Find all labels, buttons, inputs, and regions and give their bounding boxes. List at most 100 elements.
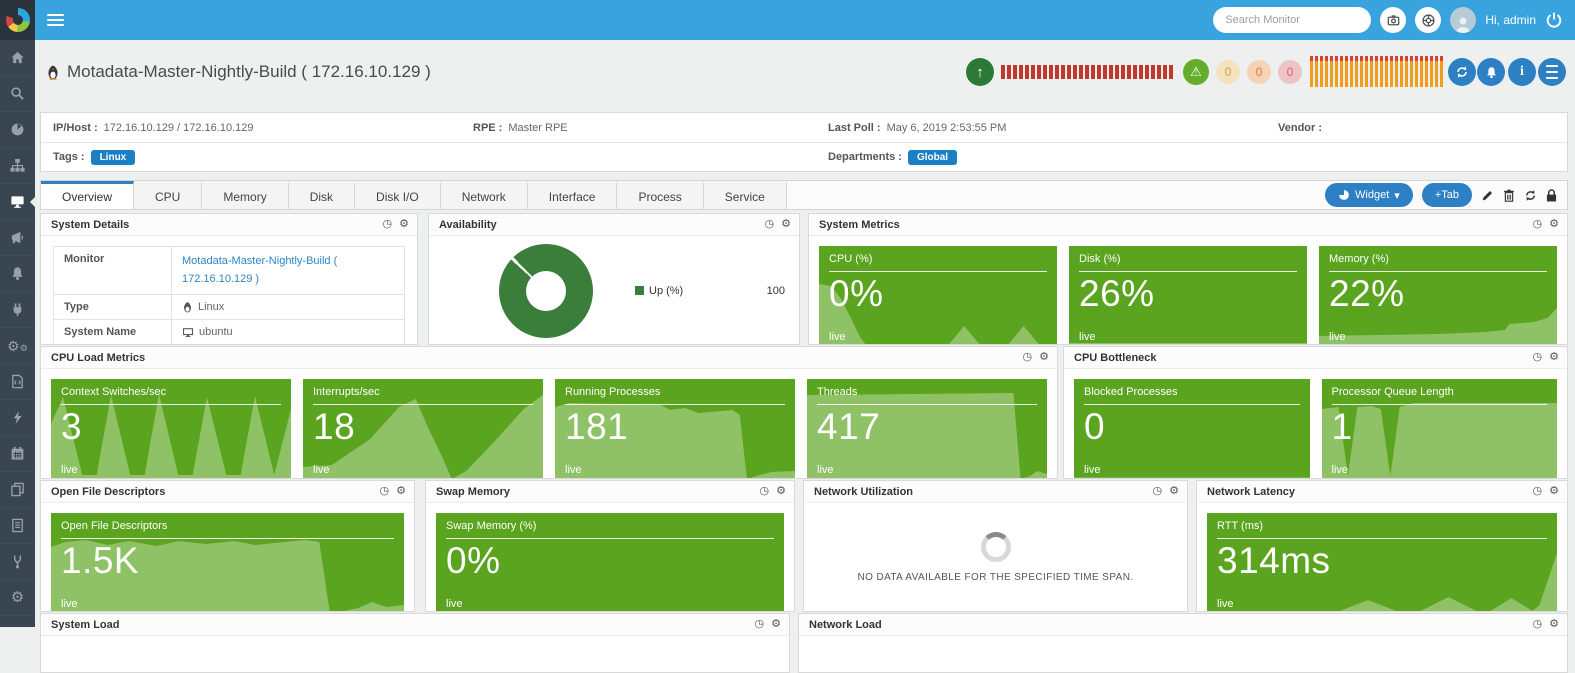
time-range-icon[interactable]: ◷ (1533, 619, 1543, 630)
tab-disk[interactable]: Disk (288, 181, 356, 209)
refresh-tab-button[interactable] (1524, 189, 1537, 202)
lock-tab-button[interactable] (1546, 188, 1557, 202)
tab-cpu[interactable]: CPU (134, 181, 203, 209)
logout-button[interactable] (1545, 11, 1563, 29)
time-range-icon[interactable]: ◷ (1533, 486, 1543, 497)
open-file-descriptors-tile[interactable]: Open File Descriptors 1.5K live (51, 513, 404, 611)
time-range-icon[interactable]: ◷ (1023, 352, 1033, 363)
sidebar-item-documents[interactable] (0, 508, 35, 544)
interrupts-tile[interactable]: Interrupts/sec 18 live (303, 379, 543, 478)
availability-donut-chart[interactable] (499, 243, 593, 338)
sidebar-item-scheduler[interactable] (0, 436, 35, 472)
major-count-badge[interactable]: 0 (1247, 60, 1271, 84)
menu-toggle-icon[interactable] (47, 11, 64, 29)
alert-ok-indicator[interactable]: ⚠ (1183, 59, 1209, 85)
gauge-icon (11, 123, 24, 136)
time-range-icon[interactable]: ◷ (1533, 352, 1543, 363)
sidebar-item-monitor[interactable] (0, 184, 35, 220)
tab-overview[interactable]: Overview (41, 181, 135, 209)
motadata-logo-icon (5, 8, 30, 32)
rtt-tile[interactable]: RTT (ms) 314ms live (1207, 513, 1557, 611)
availability-up-indicator[interactable]: ↑ (966, 58, 994, 86)
disk-percent-tile[interactable]: Disk (%) 26% live (1069, 246, 1307, 344)
app-logo[interactable] (0, 0, 35, 40)
time-range-icon[interactable]: ◷ (1533, 219, 1543, 230)
help-button[interactable] (1415, 7, 1442, 33)
sidebar-item-home[interactable] (0, 40, 35, 76)
sidebar-item-automation[interactable]: ⚙⚙ (0, 328, 35, 364)
network-load-header: Network Load ◷ ⚙ (799, 614, 1567, 636)
context-switches-tile[interactable]: Context Switches/sec 3 live (51, 379, 291, 478)
notifications-button[interactable] (1477, 58, 1505, 86)
tab-network[interactable]: Network (440, 181, 528, 209)
sidebar-item-settings[interactable]: ⚙ (0, 580, 35, 616)
tag-badge[interactable]: Linux (90, 149, 136, 165)
user-avatar[interactable] (1450, 7, 1477, 33)
add-tab-button[interactable]: +Tab (1421, 183, 1472, 207)
screenshot-button[interactable] (1380, 7, 1407, 33)
running-processes-tile[interactable]: Running Processes 181 live (555, 379, 795, 478)
more-menu-button[interactable] (1538, 58, 1566, 86)
widget-settings-icon[interactable]: ⚙ (399, 219, 409, 230)
sidebar-item-announcements[interactable] (0, 220, 35, 256)
widget-settings-icon[interactable]: ⚙ (1549, 486, 1559, 497)
time-range-icon[interactable]: ◷ (380, 486, 390, 497)
lock-icon (1546, 188, 1557, 201)
warning-count-badge[interactable]: 0 (1216, 60, 1240, 84)
edit-tab-button[interactable] (1481, 189, 1494, 202)
refresh-button[interactable] (1448, 58, 1476, 86)
monitor-header: Motadata-Master-Nightly-Build ( 172.16.1… (35, 40, 1575, 112)
sidebar-item-reports[interactable] (0, 472, 35, 508)
threads-tile[interactable]: Threads 417 live (807, 379, 1047, 478)
time-range-icon[interactable]: ◷ (755, 619, 765, 630)
department-badge[interactable]: Global (907, 149, 958, 165)
widget-settings-icon[interactable]: ⚙ (1549, 219, 1559, 230)
tab-memory[interactable]: Memory (202, 181, 289, 209)
widget-settings-icon[interactable]: ⚙ (1169, 486, 1179, 497)
card-title: System Metrics (819, 218, 900, 231)
card-title: Network Load (809, 618, 882, 631)
sidebar-item-integrations[interactable] (0, 292, 35, 328)
main-content: Motadata-Master-Nightly-Build ( 172.16.1… (35, 40, 1575, 673)
live-indicator: live (1084, 464, 1101, 476)
monitor-link[interactable]: Motadata-Master-Nightly-Build ( 172.16.1… (182, 253, 394, 288)
sidebar-item-alerts[interactable] (0, 256, 35, 292)
widget-settings-icon[interactable]: ⚙ (1039, 352, 1049, 363)
widget-settings-icon[interactable]: ⚙ (771, 619, 781, 630)
widget-settings-icon[interactable]: ⚙ (781, 219, 791, 230)
swap-memory-tile[interactable]: Swap Memory (%) 0% live (436, 513, 784, 611)
network-load-card: Network Load ◷ ⚙ (798, 613, 1568, 673)
cpu-percent-tile[interactable]: CPU (%) 0% live (819, 246, 1057, 344)
tab-service[interactable]: Service (703, 181, 787, 209)
time-range-icon[interactable]: ◷ (1153, 486, 1163, 497)
memory-percent-tile[interactable]: Memory (%) 22% live (1319, 246, 1557, 344)
critical-count-badge[interactable]: 0 (1278, 60, 1302, 84)
widget-button[interactable]: Widget ▾ (1325, 183, 1413, 207)
sidebar-item-actions[interactable] (0, 400, 35, 436)
tab-interface[interactable]: Interface (527, 181, 618, 209)
widget-settings-icon[interactable]: ⚙ (1549, 352, 1559, 363)
tile-value: 181 (565, 406, 629, 447)
blocked-processes-tile[interactable]: Blocked Processes 0 live (1074, 379, 1310, 478)
info-row-1: IP/Host : 172.16.10.129 / 172.16.10.129 R… (41, 113, 1567, 142)
widget-settings-icon[interactable]: ⚙ (1549, 619, 1559, 630)
sidebar-item-search[interactable] (0, 76, 35, 112)
vendor-label: Vendor : (1278, 121, 1323, 134)
processor-queue-length-tile[interactable]: Processor Queue Length 1 live (1321, 379, 1557, 478)
time-range-icon[interactable]: ◷ (765, 219, 775, 230)
search-input[interactable] (1225, 14, 1368, 26)
tile-label: Context Switches/sec (61, 386, 281, 405)
sidebar-item-scripts[interactable] (0, 364, 35, 400)
no-data-body: NO DATA AVAILABLE FOR THE SPECIFIED TIME… (804, 503, 1187, 611)
sidebar-item-topology[interactable] (0, 148, 35, 184)
sidebar-item-dashboard[interactable] (0, 112, 35, 148)
info-button[interactable]: i (1508, 58, 1536, 86)
widget-settings-icon[interactable]: ⚙ (396, 486, 406, 497)
tab-process[interactable]: Process (617, 181, 704, 209)
delete-tab-button[interactable] (1503, 189, 1515, 202)
widget-settings-icon[interactable]: ⚙ (776, 486, 786, 497)
sidebar-item-diagnostics[interactable] (0, 544, 35, 580)
time-range-icon[interactable]: ◷ (760, 486, 770, 497)
tab-disk-io[interactable]: Disk I/O (355, 181, 441, 209)
time-range-icon[interactable]: ◷ (383, 219, 393, 230)
